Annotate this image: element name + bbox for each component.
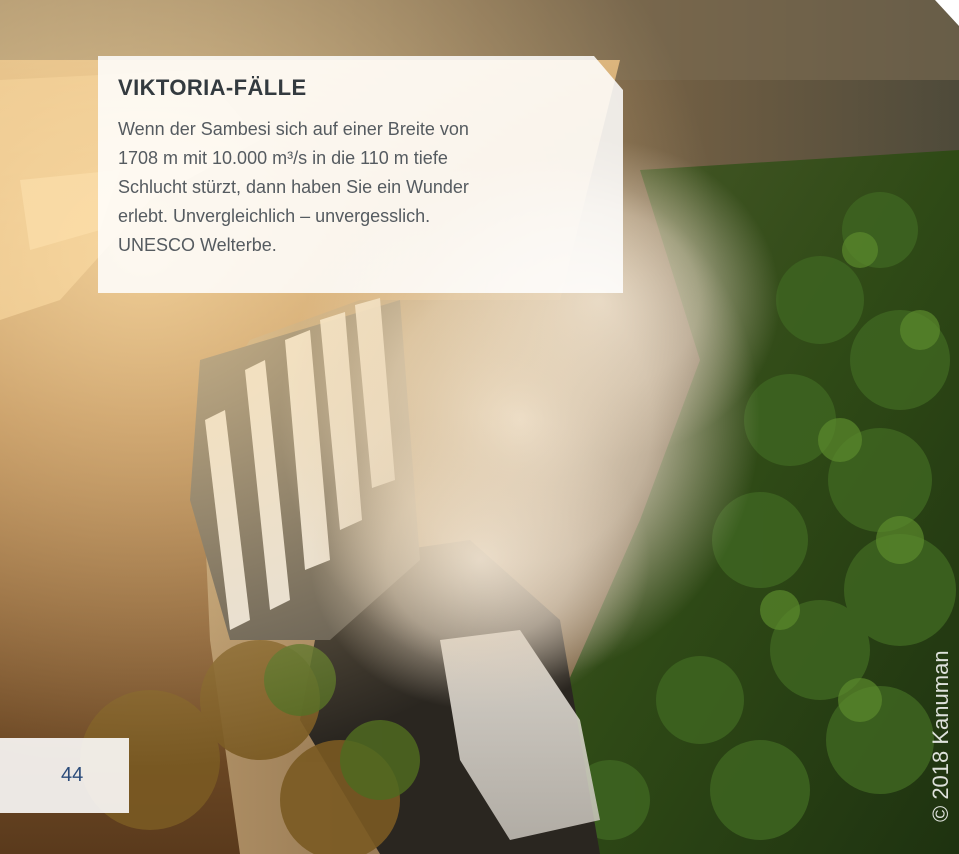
page-number: 44 <box>61 764 84 786</box>
info-title: VIKTORIA-FÄLLE <box>118 75 307 100</box>
info-box: VIKTORIA-FÄLLE Wenn der Sambesi sich auf… <box>98 56 623 293</box>
info-text-line: UNESCO Welterbe. <box>118 235 277 256</box>
info-text-line: Schlucht stürzt, dann haben Sie ein Wund… <box>118 177 469 198</box>
info-text: Wenn der Sambesi sich auf einer Breite v… <box>118 115 603 260</box>
page-number-box: 44 <box>0 738 129 813</box>
brochure-page: VIKTORIA-FÄLLE Wenn der Sambesi sich auf… <box>0 0 959 854</box>
info-text-line: erlebt. Unvergleichlich – unvergesslich. <box>118 206 431 227</box>
info-text-line: Wenn der Sambesi sich auf einer Breite v… <box>118 119 469 140</box>
photo-credit: © 2018 Kanuman <box>928 650 953 822</box>
info-text-line: 1708 m mit 10.000 m³/s in die 110 m tief… <box>118 148 448 169</box>
